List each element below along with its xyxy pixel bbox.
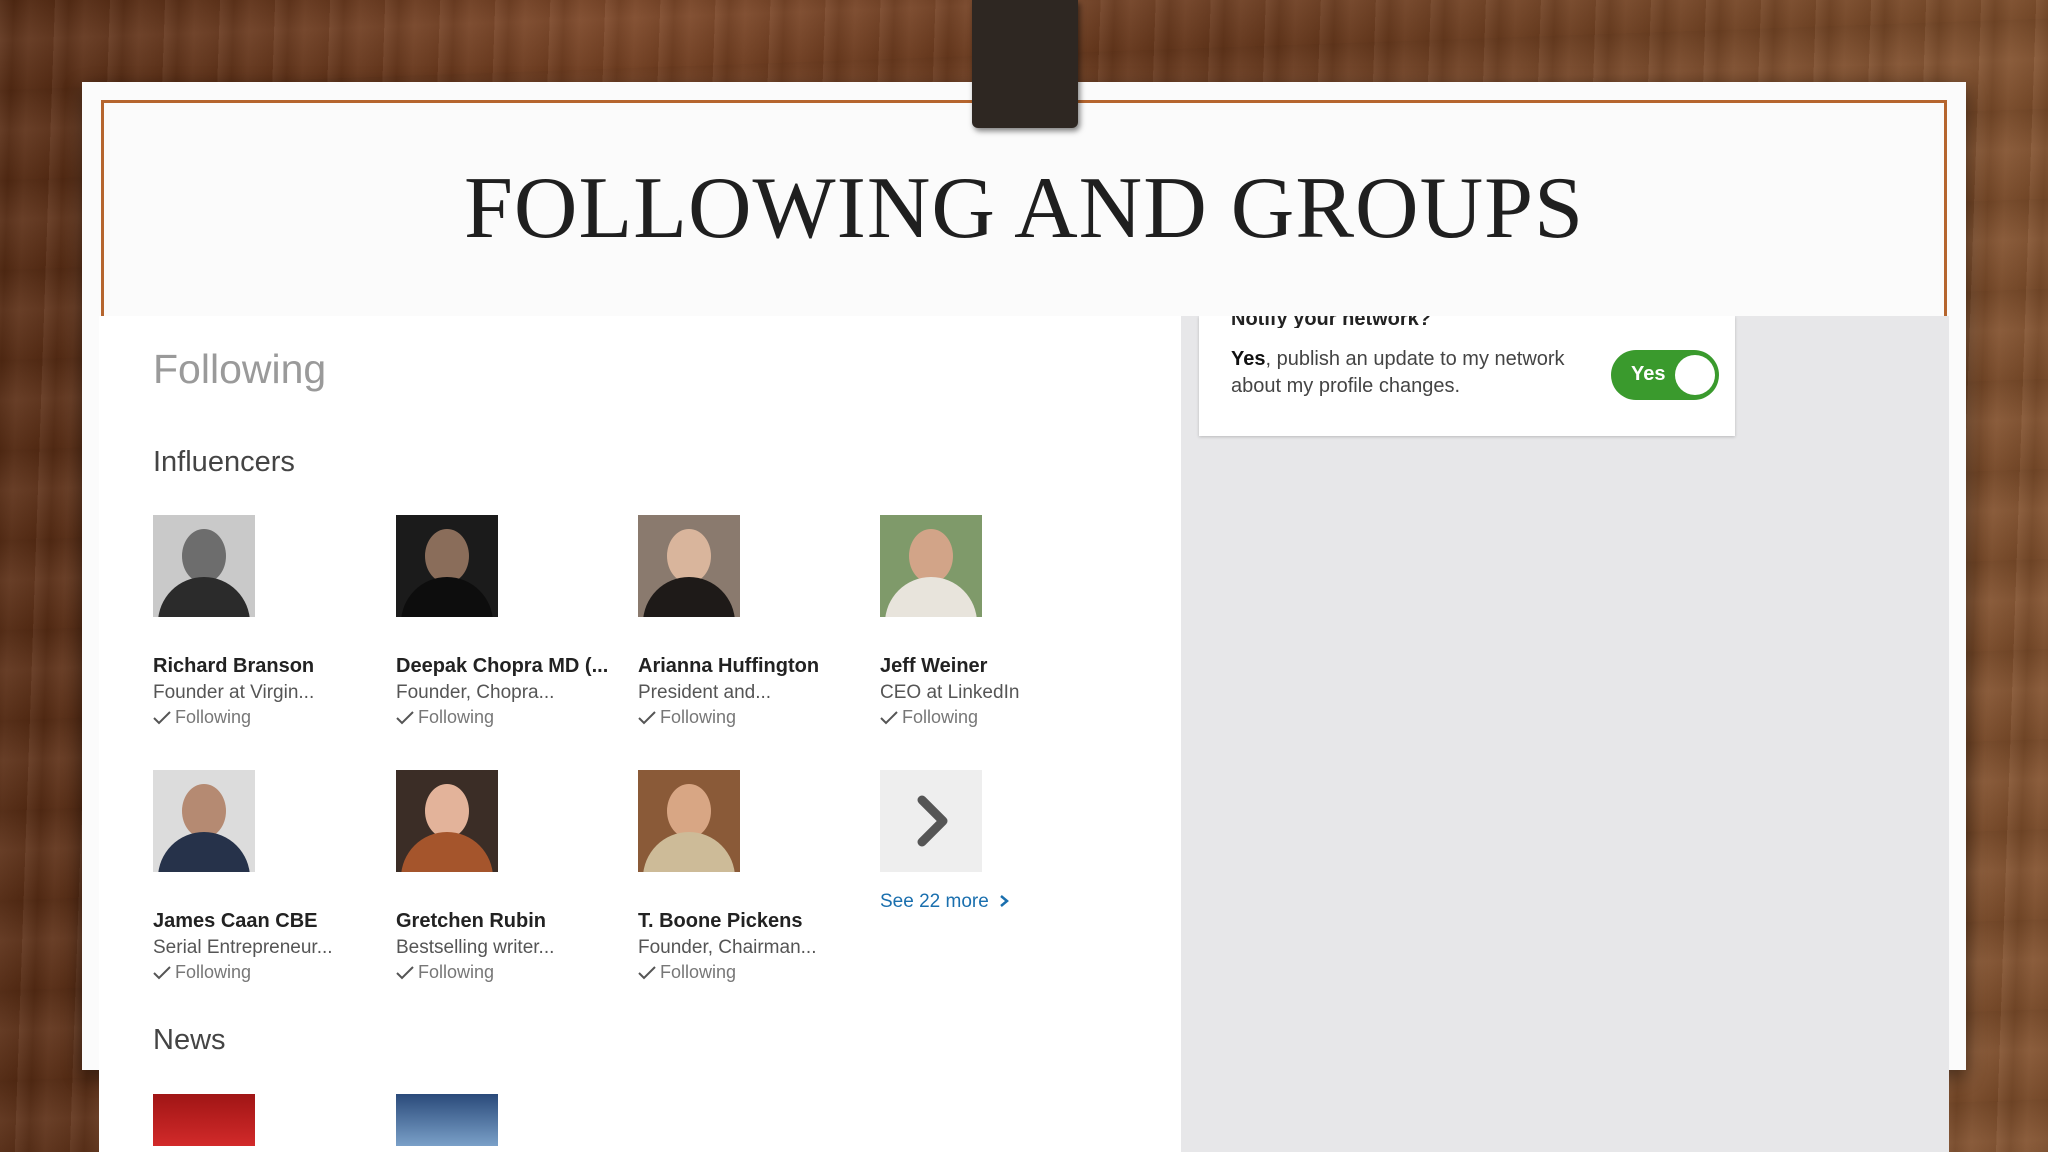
influencer-card[interactable]: Arianna Huffington President and... Foll… (638, 515, 868, 728)
avatar[interactable] (880, 515, 982, 617)
checkmark-icon (396, 710, 414, 724)
see-more-label: See 22 more (880, 891, 989, 912)
influencer-title: Bestselling writer... (396, 937, 555, 958)
avatar[interactable] (396, 770, 498, 872)
notify-text-rest: , publish an update to my network about … (1231, 348, 1565, 397)
notify-yes-bold: Yes (1231, 348, 1266, 370)
chevron-right-icon (917, 795, 948, 847)
checkmark-icon (153, 710, 171, 724)
following-status[interactable]: Following (153, 962, 383, 983)
checkmark-icon (153, 965, 171, 979)
notify-heading: Notify your network? (1231, 316, 1432, 328)
influencer-card[interactable]: T. Boone Pickens Founder, Chairman... Fo… (638, 770, 868, 983)
following-status[interactable]: Following (396, 707, 626, 728)
influencer-card[interactable]: James Caan CBE Serial Entrepreneur... Fo… (153, 770, 383, 983)
see-more-link[interactable]: See 22 more (880, 891, 1010, 913)
following-status[interactable]: Following (396, 962, 626, 983)
news-heading: News (153, 1024, 226, 1056)
influencer-name[interactable]: T. Boone Pickens (638, 910, 868, 933)
influencer-card[interactable]: Deepak Chopra MD (... Founder, Chopra...… (396, 515, 626, 728)
influencer-name[interactable]: Richard Branson (153, 655, 383, 678)
following-status[interactable]: Following (638, 707, 868, 728)
influencer-title: President and... (638, 682, 772, 703)
toggle-knob[interactable] (1675, 355, 1715, 395)
avatar[interactable] (153, 770, 255, 872)
influencer-title: Founder at Virgin... (153, 682, 315, 703)
influencer-name[interactable]: Gretchen Rubin (396, 910, 626, 933)
influencer-card[interactable]: Jeff Weiner CEO at LinkedIn Following (880, 515, 1110, 728)
news-thumbnail[interactable] (396, 1094, 498, 1146)
checkmark-icon (880, 710, 898, 724)
influencer-title: CEO at LinkedIn (880, 682, 1020, 703)
following-status[interactable]: Following (880, 707, 1110, 728)
influencer-name[interactable]: Deepak Chopra MD (... (396, 655, 626, 678)
influencer-name[interactable]: Arianna Huffington (638, 655, 868, 678)
see-more-tile[interactable] (880, 770, 982, 872)
influencer-name[interactable]: James Caan CBE (153, 910, 383, 933)
chevron-right-small-icon (1000, 895, 1010, 907)
linkedin-screenshot: Notify your network? Yes, publish an upd… (99, 316, 1949, 1152)
notify-description: Yes, publish an update to my network abo… (1231, 346, 1571, 400)
influencer-card[interactable]: Richard Branson Founder at Virgin... Fol… (153, 515, 383, 728)
right-panel (1181, 316, 1949, 1152)
following-label: Following (902, 707, 979, 727)
avatar[interactable] (638, 515, 740, 617)
following-label: Following (418, 707, 495, 727)
checkmark-icon (638, 965, 656, 979)
influencers-heading: Influencers (153, 446, 295, 478)
news-thumbnail[interactable] (153, 1094, 255, 1146)
influencer-title: Founder, Chopra... (396, 682, 555, 703)
avatar[interactable] (638, 770, 740, 872)
page-title: Following (153, 346, 327, 392)
following-status[interactable]: Following (153, 707, 383, 728)
avatar[interactable] (153, 515, 255, 617)
notify-network-card: Notify your network? Yes, publish an upd… (1199, 316, 1735, 436)
following-label: Following (418, 962, 495, 982)
following-label: Following (175, 707, 252, 727)
checkmark-icon (396, 965, 414, 979)
toggle-label: Yes (1631, 363, 1666, 385)
following-label: Following (660, 707, 737, 727)
influencer-title: Serial Entrepreneur... (153, 937, 333, 958)
following-label: Following (175, 962, 252, 982)
slide-title: FOLLOWING AND GROUPS (463, 160, 1585, 257)
influencer-name[interactable]: Jeff Weiner (880, 655, 1110, 678)
influencer-card[interactable]: Gretchen Rubin Bestselling writer... Fol… (396, 770, 626, 983)
binder-clip (972, 0, 1078, 128)
checkmark-icon (638, 710, 656, 724)
avatar[interactable] (396, 515, 498, 617)
notify-toggle[interactable]: Yes (1611, 350, 1719, 400)
following-status[interactable]: Following (638, 962, 868, 983)
following-label: Following (660, 962, 737, 982)
influencer-title: Founder, Chairman... (638, 937, 817, 958)
